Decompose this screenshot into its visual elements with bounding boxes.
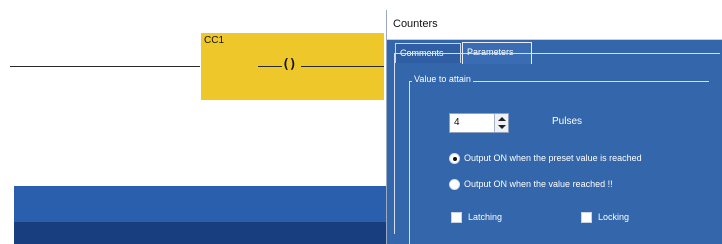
stepper-buttons[interactable] (494, 114, 508, 132)
radio-selected-icon[interactable] (449, 153, 460, 164)
editor-bottom-band-dark (14, 222, 386, 244)
locking-label: Locking (598, 212, 630, 222)
pulses-unit-label: Pulses (552, 116, 583, 127)
latching-label: Latching (468, 212, 503, 222)
coil-name-label: CC1 (204, 35, 225, 46)
coil-symbol-icon: () (282, 57, 297, 72)
dialog-title: Counters (393, 18, 438, 30)
dialog-titlebar[interactable]: Counters (387, 10, 722, 40)
value-to-attain-label: Value to attain (412, 74, 473, 84)
preset-value-input[interactable]: 4 (454, 117, 460, 128)
stepper-up-icon[interactable] (498, 117, 506, 121)
locking-checkbox-box[interactable] (581, 212, 592, 223)
coil-wire-left (258, 66, 282, 67)
option-on-value-reached-label: Output ON when the value reached !! (464, 179, 613, 189)
radio-unselected-icon[interactable] (449, 179, 460, 190)
stepper-down-icon[interactable] (498, 125, 506, 129)
radio-dot (453, 157, 457, 161)
rung-line (10, 66, 200, 67)
coil-wire-right (301, 66, 384, 67)
preset-value-stepper[interactable]: 4 (449, 113, 509, 133)
editor-bottom-band (14, 186, 386, 244)
latching-checkbox-box[interactable] (451, 212, 462, 223)
option-on-when-reached-label: Output ON when the preset value is reach… (464, 153, 642, 163)
